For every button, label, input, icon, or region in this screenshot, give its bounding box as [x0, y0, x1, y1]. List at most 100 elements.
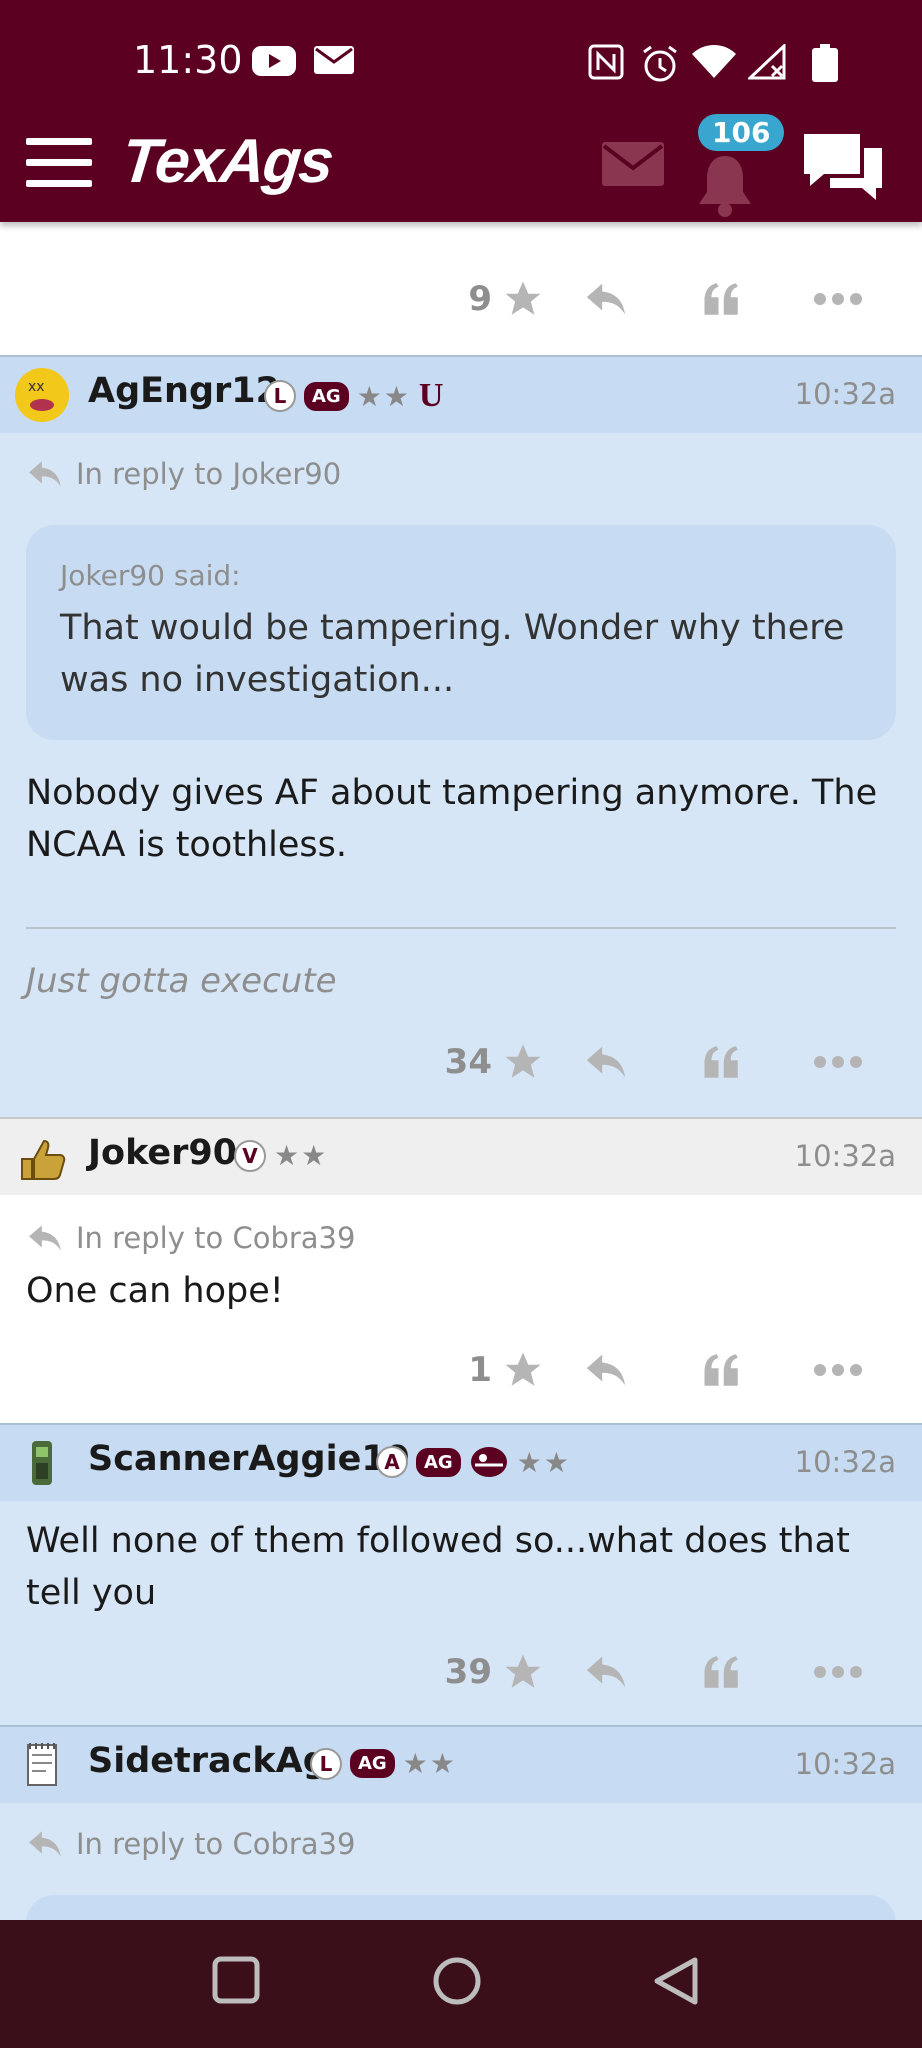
quote-icon — [704, 283, 738, 315]
rank-stars: ★★ — [274, 1139, 329, 1172]
in-reply-to[interactable]: In reply to Joker90 — [26, 457, 341, 491]
star-button[interactable] — [498, 274, 548, 324]
post-actions: 34 — [445, 1037, 896, 1087]
texags-logo[interactable]: TexAgs — [118, 126, 335, 197]
rank-stars: ★★ — [402, 1747, 457, 1780]
username[interactable]: Joker90 — [88, 1133, 237, 1173]
reply-icon — [586, 1046, 626, 1078]
star-button[interactable] — [498, 1647, 548, 1697]
quote-button[interactable] — [664, 1037, 780, 1087]
status-bar: 11:30 — [0, 0, 922, 122]
user-badges: V ★★ — [234, 1139, 328, 1172]
post-actions: 9 — [468, 274, 896, 324]
post-body: Well none of them followed so...what doe… — [26, 1521, 850, 1613]
battery-icon — [812, 44, 838, 82]
back-button[interactable] — [652, 1956, 700, 2006]
star-icon — [505, 1654, 541, 1688]
star-icon — [505, 1044, 541, 1078]
quoted-post: Joker90 said: That would be tampering. W… — [26, 525, 896, 740]
quote-author: Joker90 said: — [60, 559, 241, 592]
reply-arrow-icon — [29, 461, 61, 487]
star-button[interactable] — [498, 1037, 548, 1087]
ag-badge: AG — [350, 1749, 395, 1778]
reply-icon — [586, 283, 626, 315]
app-root: Cobra39 9 xx AgEng — [0, 0, 922, 2048]
reply-to-label: In reply to Cobra39 — [76, 1221, 356, 1255]
u-logo-icon: U — [418, 377, 444, 414]
status-time: 11:30 — [133, 38, 243, 82]
more-icon — [814, 1666, 862, 1678]
more-button[interactable] — [780, 1037, 896, 1087]
recents-button[interactable] — [212, 1956, 260, 2004]
post-time: 10:32a — [794, 1139, 896, 1173]
notification-count-badge: 106 — [698, 114, 785, 151]
username[interactable]: ScannerAggie19 — [88, 1439, 410, 1479]
notifications-bell-icon[interactable] — [690, 152, 760, 218]
post-actions: 39 — [445, 1647, 896, 1697]
reply-to-label: In reply to Cobra39 — [76, 1827, 356, 1861]
quote-icon — [704, 1656, 738, 1688]
app-header: 11:30 TexAgs — [0, 0, 922, 222]
quote-button[interactable] — [664, 274, 780, 324]
post-joker90: Joker90 V ★★ 10:32a In reply to Cobra39 … — [0, 1119, 922, 1423]
messages-icon[interactable] — [600, 140, 666, 188]
mail-status-icon — [314, 46, 354, 74]
user-badges: L AG ★★ U — [264, 377, 443, 415]
rank-stars: ★★ — [356, 379, 411, 413]
more-icon — [814, 293, 862, 305]
post-body: One can hope! — [26, 1271, 284, 1311]
status-letter-badge: V — [234, 1139, 266, 1172]
post-header[interactable]: ScannerAggie19 A AG ★★ 10:32a — [0, 1425, 922, 1501]
post-body: Nobody gives AF about tampering anymore.… — [26, 773, 878, 865]
nav-bar: TexAgs — [0, 122, 922, 222]
star-button[interactable] — [498, 1345, 548, 1395]
reply-icon — [586, 1656, 626, 1688]
more-button[interactable] — [780, 274, 896, 324]
rank-stars: ★★ — [516, 1445, 571, 1479]
chat-icon[interactable] — [800, 130, 886, 210]
in-reply-to[interactable]: In reply to Cobra39 — [26, 1221, 355, 1255]
star-count: 1 — [468, 1350, 492, 1390]
home-button[interactable] — [432, 1956, 482, 2006]
helmet-icon — [470, 1447, 507, 1477]
status-letter-badge: A — [376, 1446, 408, 1478]
post-time: 10:32a — [794, 1445, 896, 1479]
post-time: 10:32a — [794, 377, 896, 411]
status-letter-badge: L — [310, 1747, 342, 1780]
more-button[interactable] — [780, 1647, 896, 1697]
post-scanneraggie19: ScannerAggie19 A AG ★★ 10:32a Well none … — [0, 1425, 922, 1725]
star-count: 9 — [468, 279, 492, 319]
signature: Just gotta execute — [26, 961, 337, 1001]
more-icon — [814, 1364, 862, 1376]
user-badges: A AG ★★ — [376, 1445, 571, 1479]
reply-button[interactable] — [548, 274, 664, 324]
username[interactable]: AgEngr12 — [88, 371, 280, 411]
signal-icon — [748, 44, 786, 80]
signature-divider — [26, 927, 896, 929]
reply-arrow-icon — [29, 1225, 61, 1251]
status-letter-badge: L — [264, 380, 296, 412]
notepad-icon — [27, 1743, 57, 1786]
nfc-icon — [588, 44, 624, 80]
post-header[interactable]: SidetrackAg L AG ★★ 10:32a — [0, 1727, 922, 1803]
menu-button[interactable] — [26, 138, 92, 188]
post-header[interactable]: Joker90 V ★★ 10:32a — [0, 1119, 922, 1195]
reply-button[interactable] — [548, 1345, 664, 1395]
quote-button[interactable] — [664, 1345, 780, 1395]
reply-button[interactable] — [548, 1647, 664, 1697]
wifi-icon — [692, 45, 736, 78]
username[interactable]: SidetrackAg — [88, 1741, 328, 1781]
in-reply-to[interactable]: In reply to Cobra39 — [26, 1827, 355, 1861]
star-icon — [505, 281, 541, 315]
quote-button[interactable] — [664, 1647, 780, 1697]
quote-icon — [704, 1354, 738, 1386]
alarm-icon — [643, 45, 677, 82]
reply-to-label: In reply to Joker90 — [76, 457, 342, 491]
more-button[interactable] — [780, 1345, 896, 1395]
post-agengr12: xx AgEngr12 L AG ★★ U 10:32a In reply to… — [0, 357, 922, 1117]
reply-button[interactable] — [548, 1037, 664, 1087]
post-actions: 1 — [468, 1345, 896, 1395]
star-count: 39 — [444, 1652, 492, 1692]
post-time: 10:32a — [794, 1747, 896, 1781]
post-header[interactable]: xx AgEngr12 L AG ★★ U 10:32a — [0, 357, 922, 433]
